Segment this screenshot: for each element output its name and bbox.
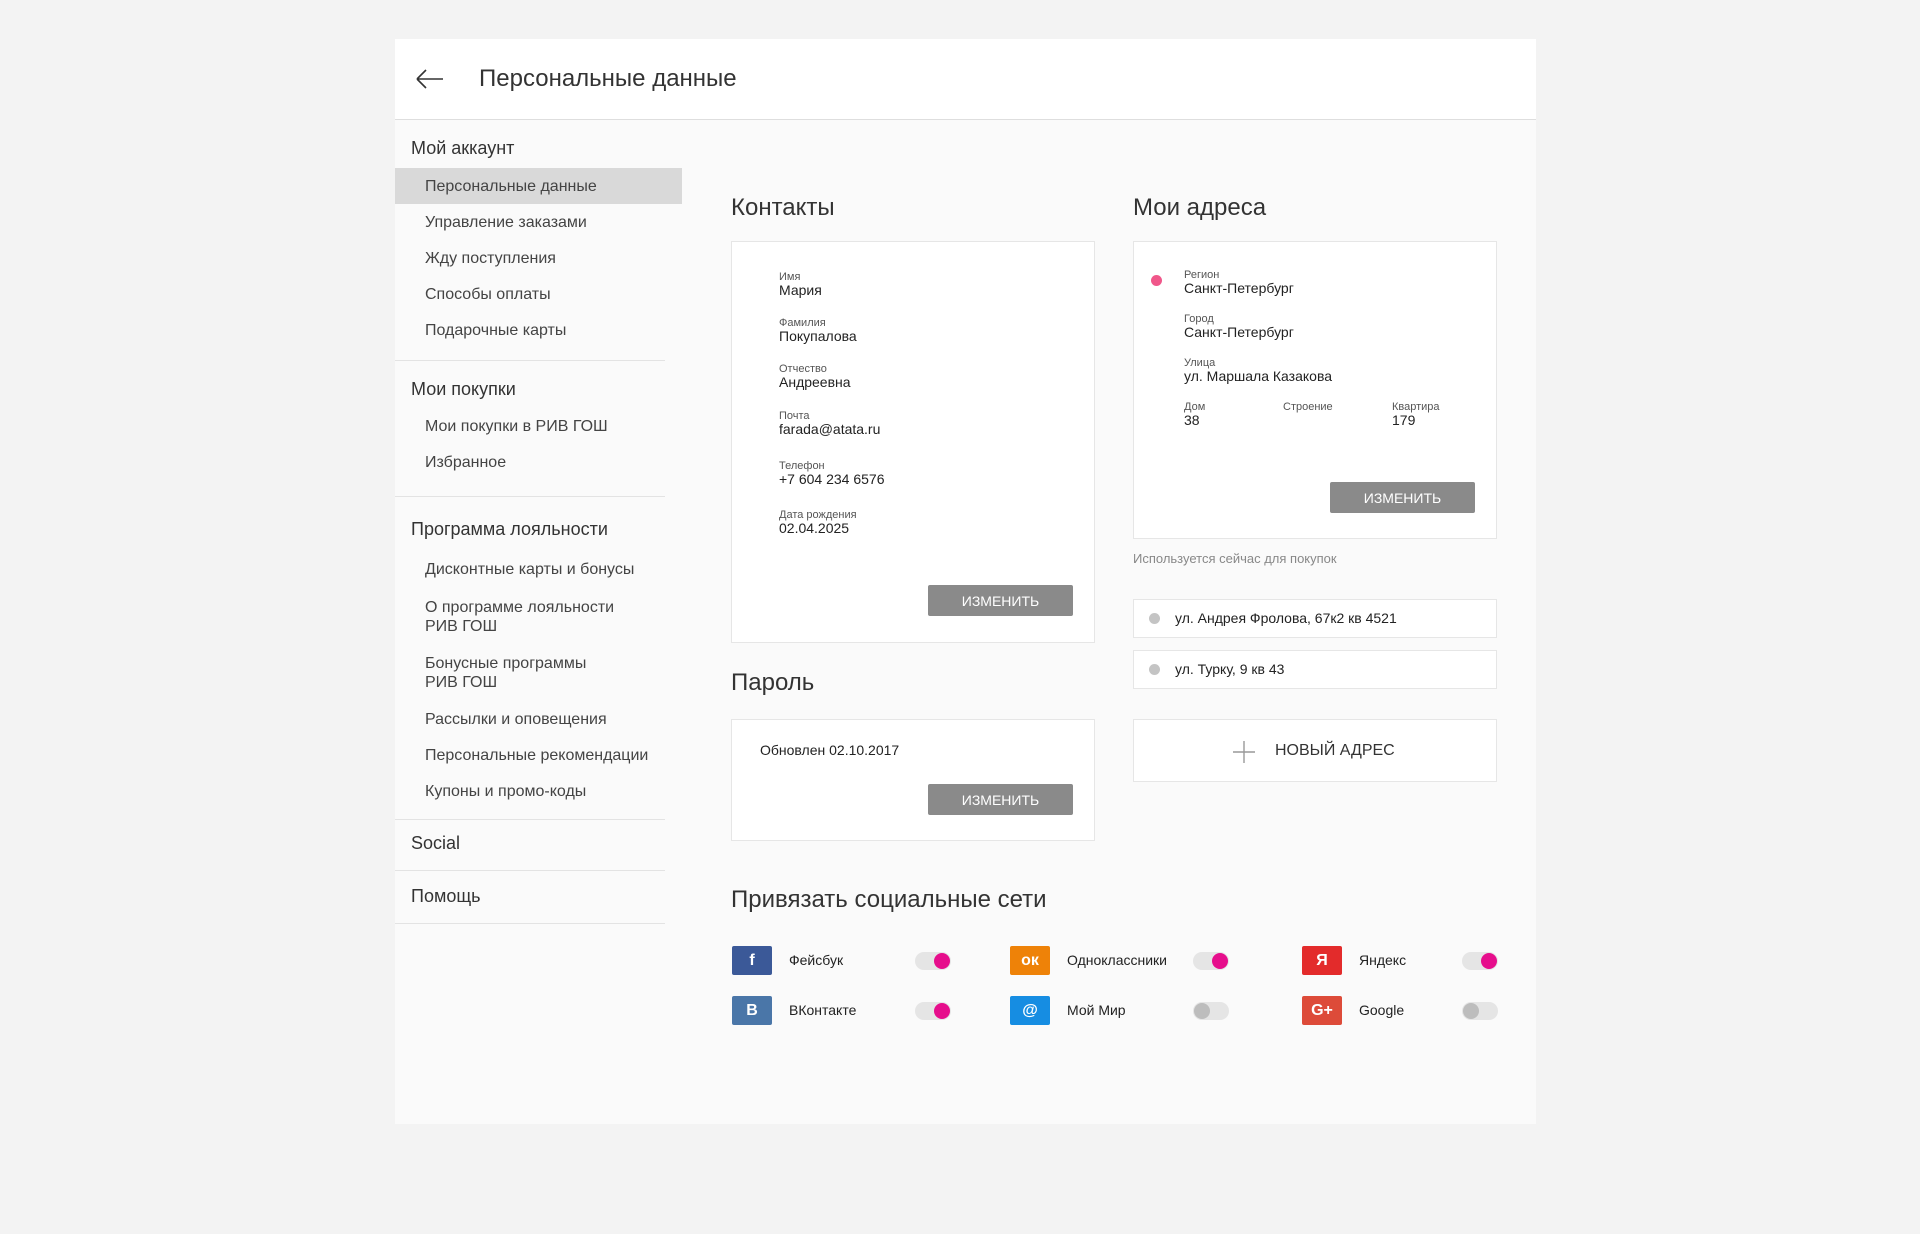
odnoklassniki-icon: ок	[1010, 946, 1050, 975]
account-panel: Персональные данные Мой аккаунт Персонал…	[395, 39, 1536, 1124]
sidebar-section-account[interactable]: Мой аккаунт	[411, 137, 514, 159]
region-value: Санкт-Петербург	[1184, 280, 1294, 296]
address-row[interactable]: ул. Андрея Фролова, 67к2 кв 4521	[1133, 599, 1497, 638]
email-value: farada@atata.ru	[779, 421, 881, 437]
social-name-moy-mir: Мой Мир	[1067, 1002, 1126, 1018]
yandex-toggle[interactable]	[1462, 952, 1498, 970]
sidebar-section-purchases[interactable]: Мои покупки	[411, 378, 516, 400]
new-address-button[interactable]: НОВЫЙ АДРЕС	[1133, 719, 1497, 782]
primary-address-card: Регион Санкт-Петербург Город Санкт-Петер…	[1133, 241, 1497, 539]
sidebar-item-discount-cards[interactable]: Дисконтные карты и бонусы	[425, 560, 634, 579]
address-dot-icon	[1149, 664, 1160, 675]
edit-contacts-button[interactable]: ИЗМЕНИТЬ	[928, 585, 1073, 616]
sidebar-divider	[395, 819, 665, 820]
last-name-value: Покупалова	[779, 328, 857, 344]
social-name-yandex: Яндекс	[1359, 952, 1407, 968]
building-label: Строение	[1283, 401, 1333, 413]
address-row[interactable]: ул. Турку, 9 кв 43	[1133, 650, 1497, 689]
page-header: Персональные данные	[395, 39, 1536, 120]
password-card: Обновлен 02.10.2017 ИЗМЕНИТЬ	[731, 719, 1095, 841]
sidebar-item-favorites[interactable]: Избранное	[425, 453, 506, 472]
contacts-card: Имя Мария Фамилия Покупалова Отчество Ан…	[731, 241, 1095, 643]
social-name-odnoklassniki: Одноклассники	[1067, 952, 1168, 968]
password-updated-text: Обновлен 02.10.2017	[760, 742, 900, 758]
page-title: Персональные данные	[479, 65, 737, 92]
edit-address-button[interactable]: ИЗМЕНИТЬ	[1330, 482, 1475, 513]
facebook-icon: f	[732, 946, 772, 975]
address-row-text: ул. Андрея Фролова, 67к2 кв 4521	[1175, 610, 1397, 626]
yandex-icon: Я	[1302, 946, 1342, 975]
sidebar-item-newsletters[interactable]: Рассылки и оповещения	[425, 710, 607, 729]
social-title: Привязать социальные сети	[731, 886, 1047, 913]
address-row-text: ул. Турку, 9 кв 43	[1175, 661, 1285, 677]
back-arrow-icon[interactable]	[413, 64, 447, 94]
sidebar-divider	[395, 923, 665, 924]
vk-toggle[interactable]	[915, 1002, 951, 1020]
social-name-google: Google	[1359, 1002, 1405, 1018]
sidebar-item-coupons[interactable]: Купоны и промо-коды	[425, 782, 586, 801]
sidebar-item-orders[interactable]: Управление заказами	[425, 213, 587, 232]
moy-mir-toggle[interactable]	[1193, 1002, 1229, 1020]
sidebar-item-waiting[interactable]: Жду поступления	[425, 249, 556, 268]
sidebar-item-payment-methods[interactable]: Способы оплаты	[425, 285, 551, 304]
city-value: Санкт-Петербург	[1184, 324, 1294, 340]
sidebar-section-loyalty[interactable]: Программа лояльности	[411, 518, 608, 540]
mail-mir-icon: @	[1010, 996, 1050, 1025]
sidebar-item-label: РИВ ГОШ	[425, 618, 498, 635]
birthdate-value: 02.04.2025	[779, 520, 850, 536]
facebook-toggle[interactable]	[915, 952, 951, 970]
vk-icon: В	[732, 996, 772, 1025]
password-title: Пароль	[731, 669, 815, 696]
contacts-title: Контакты	[731, 194, 835, 221]
sidebar-item-gift-cards[interactable]: Подарочные карты	[425, 321, 566, 340]
house-value: 38	[1184, 412, 1200, 428]
address-in-use-note: Используется сейчас для покупок	[1133, 551, 1337, 566]
phone-value: +7 604 234 6576	[779, 471, 885, 487]
social-name-vk: ВКонтакте	[789, 1002, 857, 1018]
sidebar-item-label: Бонусные программы	[425, 655, 587, 672]
sidebar-item-bonus-programs[interactable]: Бонусные программы РИВ ГОШ	[425, 654, 586, 692]
apartment-value: 179	[1392, 412, 1416, 428]
edit-password-button[interactable]: ИЗМЕНИТЬ	[928, 784, 1073, 815]
sidebar-item-recommendations[interactable]: Персональные рекомендации	[425, 746, 648, 765]
new-address-label: НОВЫЙ АДРЕС	[1275, 742, 1395, 759]
sidebar-divider	[395, 360, 665, 361]
social-name-facebook: Фейсбук	[789, 952, 844, 968]
patronymic-value: Андреевна	[779, 374, 851, 390]
sidebar-item-label: О программе лояльности	[425, 599, 615, 616]
address-dot-icon	[1149, 613, 1160, 624]
primary-address-dot-icon	[1151, 275, 1162, 286]
sidebar-section-social[interactable]: Social	[411, 832, 460, 854]
odnoklassniki-toggle[interactable]	[1193, 952, 1229, 970]
street-value: ул. Маршала Казакова	[1184, 368, 1333, 384]
sidebar-divider	[395, 870, 665, 871]
sidebar-section-help[interactable]: Помощь	[411, 885, 481, 907]
addresses-title: Мои адреса	[1133, 194, 1267, 221]
sidebar-item-my-purchases[interactable]: Мои покупки в РИВ ГОШ	[425, 417, 608, 436]
first-name-value: Мария	[779, 282, 822, 298]
google-plus-icon: G+	[1302, 996, 1342, 1025]
sidebar-item-personal-data[interactable]: Персональные данные	[425, 177, 597, 196]
google-toggle[interactable]	[1462, 1002, 1498, 1020]
sidebar-item-label: РИВ ГОШ	[425, 674, 498, 691]
sidebar-divider	[395, 496, 665, 497]
sidebar-item-about-loyalty[interactable]: О программе лояльности РИВ ГОШ	[425, 598, 614, 636]
plus-icon	[1233, 741, 1255, 763]
